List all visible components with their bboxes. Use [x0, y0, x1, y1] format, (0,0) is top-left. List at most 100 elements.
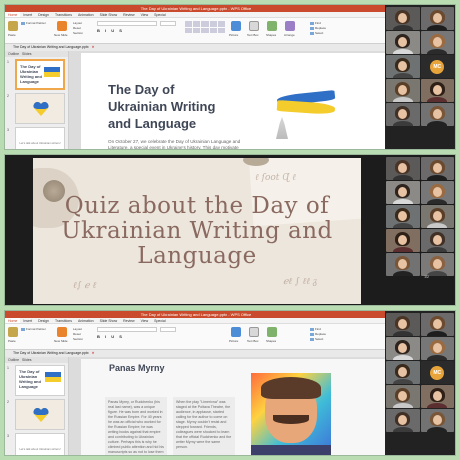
participant-tile[interactable] [386, 229, 420, 252]
tab-insert[interactable]: Insert [20, 318, 35, 323]
tab-special[interactable]: Special [151, 318, 168, 323]
shapes-icon[interactable] [267, 21, 277, 31]
quiz-slide[interactable]: ℓ ſoot Ɋ ℓ ℯℓ ∫ ℓℓ ᵹ ℓ∫ ℯ ℓ Quiz about t… [33, 158, 361, 304]
textbox-icon[interactable] [249, 327, 259, 337]
participant-tile[interactable] [386, 385, 420, 408]
tab-slide-show[interactable]: Slide Show [97, 12, 121, 17]
font-size-select[interactable] [160, 21, 176, 26]
picture-icon[interactable] [231, 21, 241, 31]
shapes-button[interactable]: Shapes [266, 339, 276, 343]
participant-tile[interactable] [420, 7, 454, 30]
format-painter-button[interactable]: Format Painter [21, 21, 46, 25]
tab-insert[interactable]: Insert [20, 12, 35, 17]
slide-thumbnail-2[interactable] [15, 399, 65, 430]
paste-icon[interactable] [8, 21, 18, 31]
shapes-button[interactable]: Shapes [266, 33, 276, 37]
paragraph-buttons[interactable] [185, 21, 225, 33]
participant-tile[interactable] [386, 31, 420, 54]
picture-button[interactable]: Picture [229, 339, 238, 343]
section-button[interactable]: Section [73, 337, 83, 341]
textbox-icon[interactable] [249, 21, 259, 31]
tab-slides[interactable]: Slides [22, 358, 32, 362]
participant-tile[interactable] [386, 7, 420, 30]
participant-tile[interactable] [386, 253, 420, 276]
tab-review[interactable]: Review [120, 318, 137, 323]
paste-icon[interactable] [8, 327, 18, 337]
select-button[interactable]: Select [310, 337, 323, 341]
close-icon[interactable]: ✕ [92, 351, 95, 355]
replace-button[interactable]: Replace [310, 26, 326, 30]
participant-tile[interactable] [420, 409, 454, 432]
participant-tile[interactable] [386, 157, 420, 180]
format-buttons[interactable]: B I U S [97, 28, 177, 33]
tab-slides[interactable]: Slides [22, 52, 32, 56]
picture-button[interactable]: Picture [229, 33, 238, 37]
tab-view[interactable]: View [138, 12, 152, 17]
participant-tile[interactable] [420, 31, 454, 54]
tab-animation[interactable]: Animation [75, 12, 97, 17]
participant-tile-mc[interactable]: MC [420, 55, 454, 78]
participant-tile[interactable] [420, 157, 454, 180]
participant-tile[interactable] [386, 337, 420, 360]
select-button[interactable]: Select [310, 31, 323, 35]
slide-thumbnail-1[interactable]: The Day of Ukrainian Writing and Languag… [15, 365, 65, 396]
participant-tile[interactable] [420, 253, 454, 276]
tab-outline[interactable]: Outline [8, 358, 19, 362]
document-tab[interactable]: The Day of Ukrainian Writing and Languag… [5, 44, 387, 51]
participant-tile[interactable] [386, 79, 420, 102]
tab-special[interactable]: Special [151, 12, 168, 17]
slide-1[interactable]: The Day of Ukrainian Writing and Languag… [81, 53, 387, 149]
slide-thumbnail-2[interactable] [15, 93, 65, 124]
paste-button[interactable]: Paste [8, 33, 16, 37]
section-button[interactable]: Section [73, 31, 83, 35]
participant-tile[interactable] [386, 205, 420, 228]
tab-view[interactable]: View [138, 318, 152, 323]
font-family-select[interactable] [97, 21, 157, 26]
participant-tile[interactable] [420, 181, 454, 204]
new-slide-button[interactable]: New Slide [54, 339, 68, 343]
participant-tile[interactable] [420, 229, 454, 252]
participant-tile[interactable] [386, 55, 420, 78]
participant-tile[interactable] [420, 79, 454, 102]
new-slide-icon[interactable] [57, 327, 67, 337]
new-slide-button[interactable]: New Slide [54, 33, 68, 37]
participant-tile[interactable] [420, 313, 454, 336]
slide-thumbnail-3[interactable]: Let's talk about Ukrainian writers! [15, 127, 65, 149]
close-icon[interactable]: ✕ [92, 45, 95, 49]
textbox-button[interactable]: Text Box [247, 33, 259, 37]
font-size-select[interactable] [160, 327, 176, 332]
participant-tile[interactable] [420, 337, 454, 360]
reset-button[interactable]: Reset [73, 332, 81, 336]
new-slide-icon[interactable] [57, 21, 67, 31]
participant-tile[interactable] [420, 385, 454, 408]
tab-design[interactable]: Design [35, 318, 52, 323]
textbox-button[interactable]: Text Box [247, 339, 259, 343]
tab-home[interactable]: Home [5, 318, 21, 323]
document-tab[interactable]: The Day of Ukrainian Writing and Languag… [5, 350, 387, 357]
arrange-icon[interactable] [285, 21, 295, 31]
layout-button[interactable]: Layout [73, 21, 82, 25]
shapes-icon[interactable] [267, 327, 277, 337]
participant-tile[interactable] [386, 313, 420, 336]
participant-tile[interactable] [420, 205, 454, 228]
find-button[interactable]: Find [310, 21, 321, 25]
layout-button[interactable]: Layout [73, 327, 82, 331]
format-buttons[interactable]: B I U S [97, 334, 177, 339]
participant-tile[interactable] [420, 103, 454, 126]
participant-tile[interactable] [386, 181, 420, 204]
participant-tile-mc[interactable]: MC [420, 361, 454, 384]
participant-tile[interactable] [386, 409, 420, 432]
picture-icon[interactable] [231, 327, 241, 337]
format-painter-button[interactable]: Format Painter [21, 327, 46, 331]
paste-button[interactable]: Paste [8, 339, 16, 343]
tab-slide-show[interactable]: Slide Show [97, 318, 121, 323]
tab-review[interactable]: Review [120, 12, 137, 17]
replace-button[interactable]: Replace [310, 332, 326, 336]
slide-panas-myrny[interactable]: Panas Myrny Panas Myrny, or Rudchenko (h… [81, 359, 387, 455]
participant-tile[interactable] [386, 103, 420, 126]
tab-outline[interactable]: Outline [8, 52, 19, 56]
find-button[interactable]: Find [310, 327, 321, 331]
tab-transitions[interactable]: Transitions [52, 318, 75, 323]
tab-animation[interactable]: Animation [75, 318, 97, 323]
tab-home[interactable]: Home [5, 12, 21, 17]
